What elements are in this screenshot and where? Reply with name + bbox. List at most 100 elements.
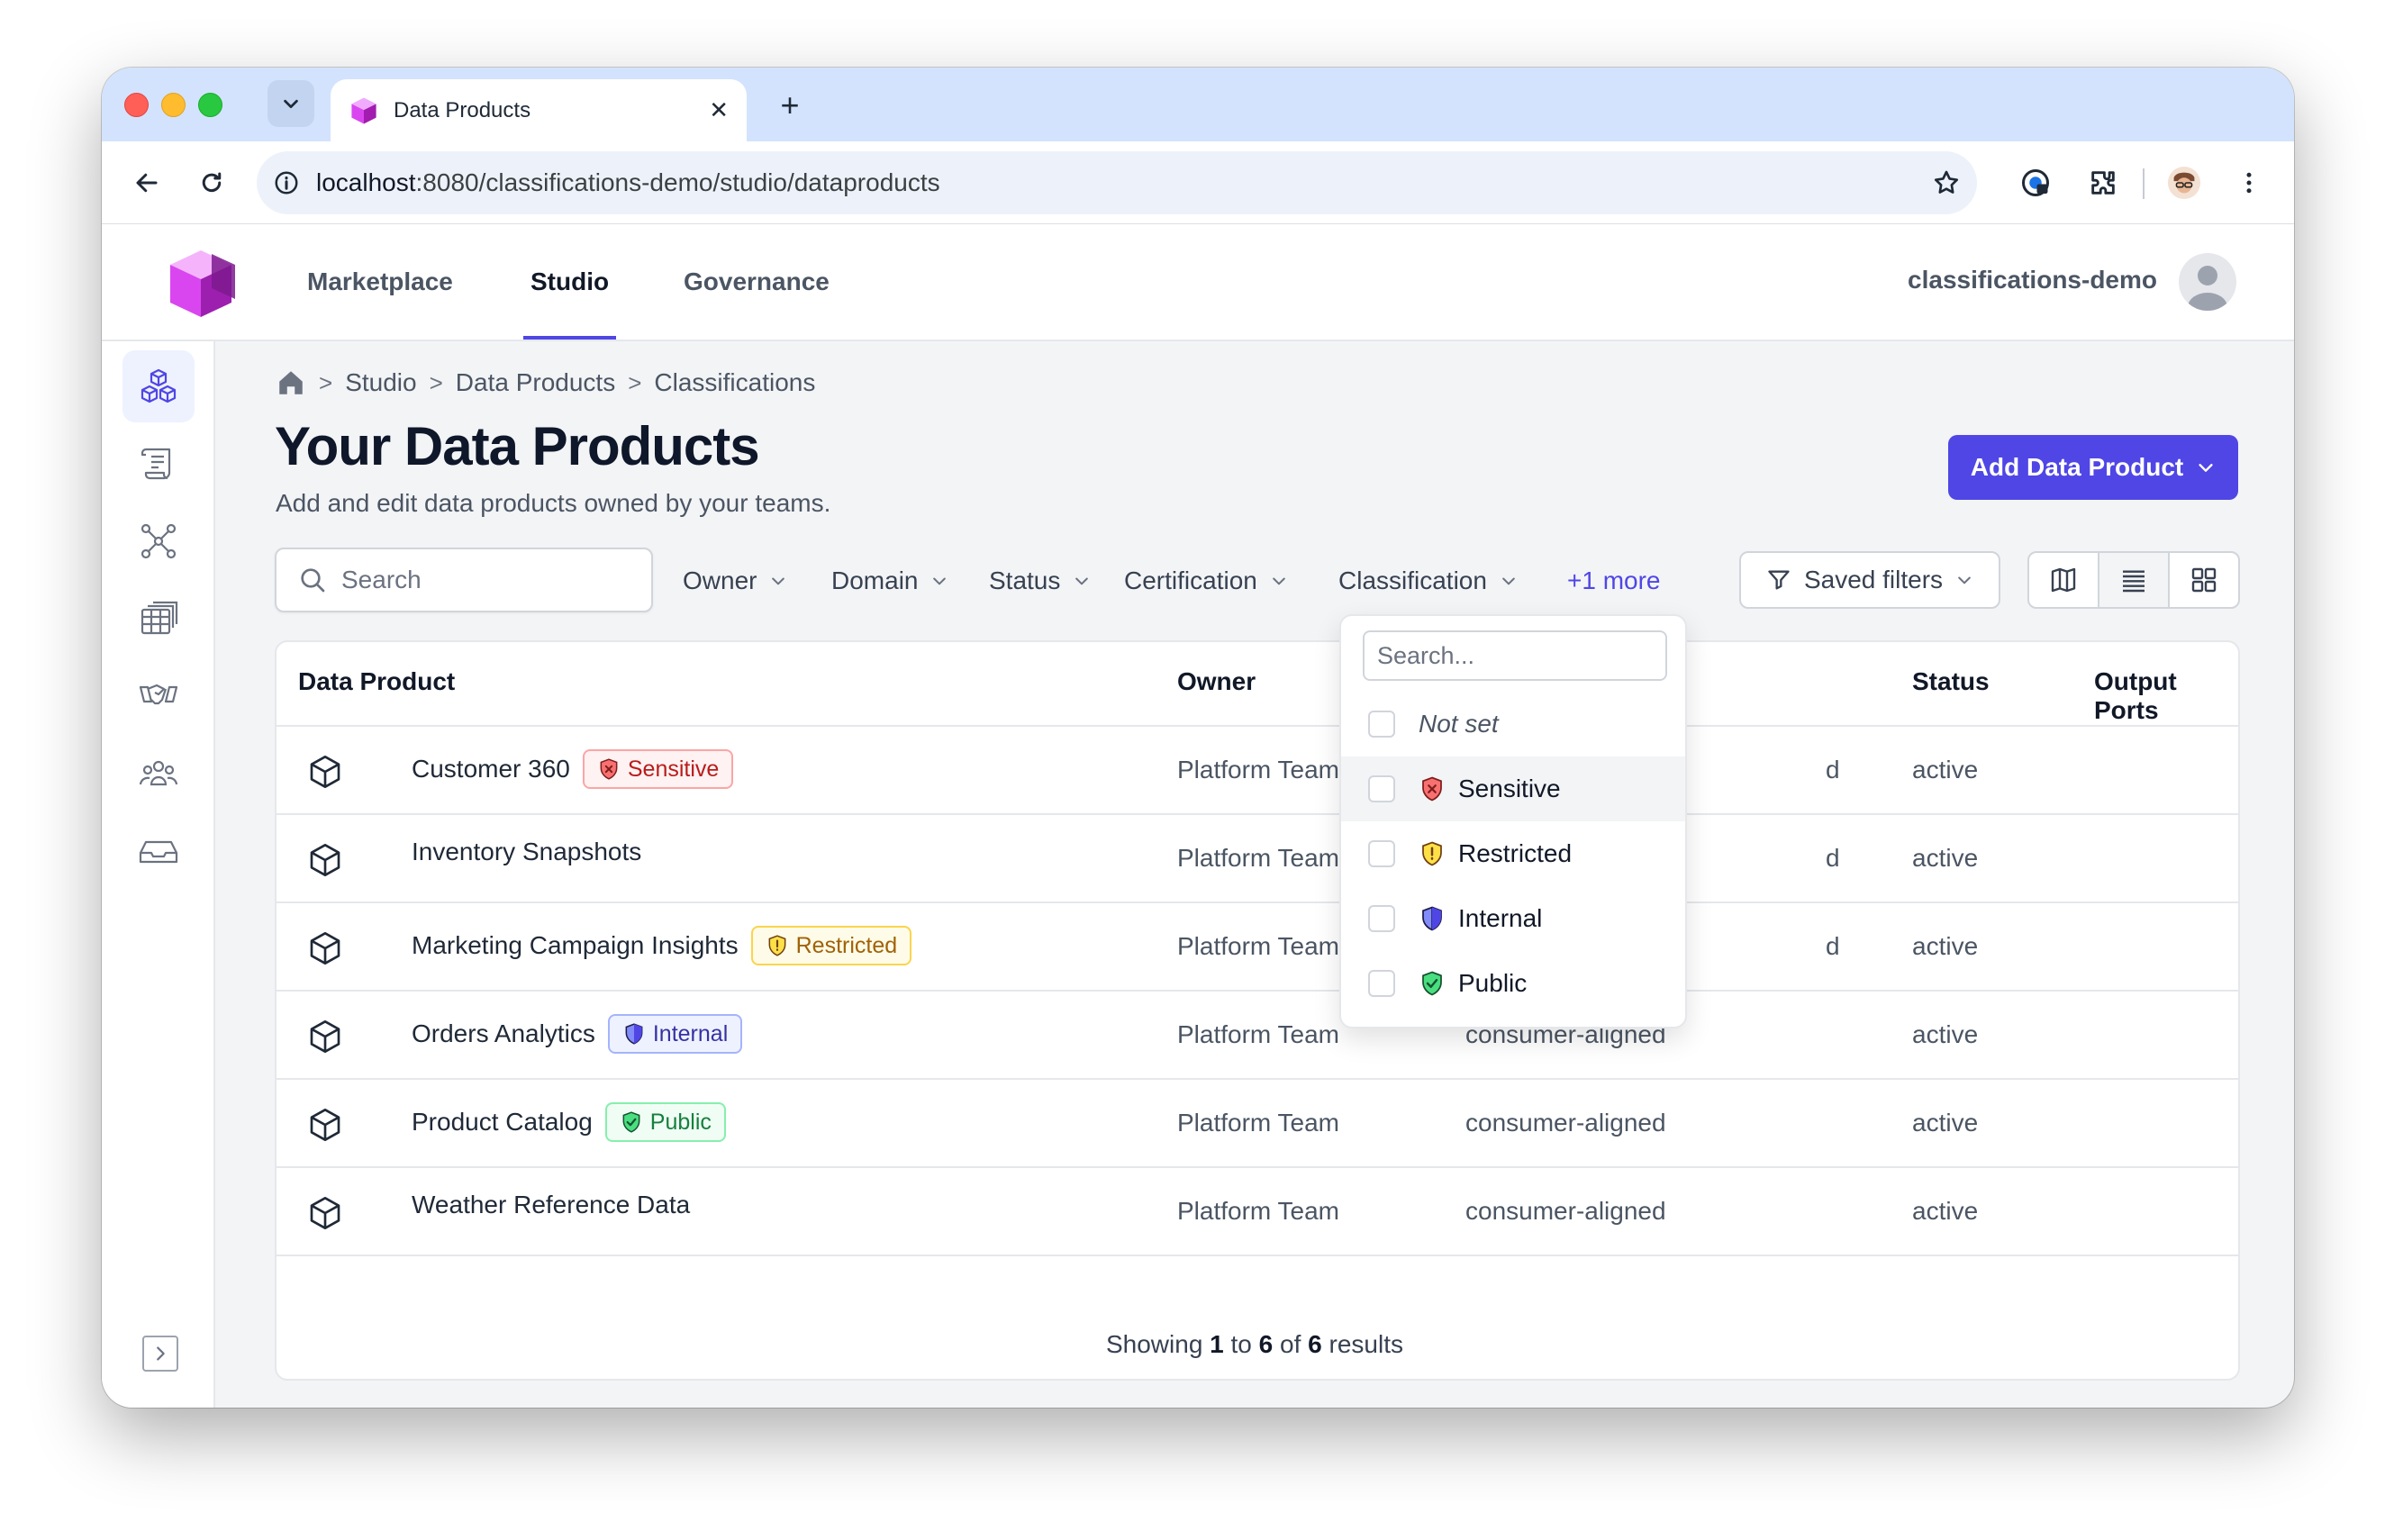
- sidebar-item-data-products[interactable]: [122, 350, 195, 422]
- app-logo-icon[interactable]: [165, 247, 237, 321]
- option-internal[interactable]: Internal: [1341, 886, 1685, 951]
- domain-cell: d: [1826, 932, 1840, 960]
- nav-studio[interactable]: Studio: [522, 224, 617, 340]
- chevron-down-icon: [284, 99, 298, 109]
- more-filters-link[interactable]: +1 more: [1567, 563, 1661, 599]
- table-row[interactable]: Orders Analytics Internal Platform Team con…: [277, 992, 2238, 1080]
- table-row[interactable]: Customer 360 Sensitive Platform Team d activ…: [277, 727, 2238, 815]
- sidebar-item-agreements[interactable]: [122, 660, 195, 732]
- option-checkbox[interactable]: [1368, 711, 1395, 738]
- status-cell: active: [1912, 1020, 1979, 1048]
- option-label: Internal: [1458, 904, 1543, 932]
- dropdown-search-input[interactable]: Search...: [1363, 630, 1667, 681]
- cube-icon: [310, 1020, 340, 1053]
- page-subtitle: Add and edit data products owned by your…: [276, 489, 831, 517]
- option-checkbox[interactable]: [1368, 840, 1395, 867]
- graph-nodes-icon: [141, 523, 177, 559]
- table-row[interactable]: Inventory Snapshots Platform Team d active: [277, 815, 2238, 903]
- sidebar-item-inbox[interactable]: [122, 815, 195, 887]
- domain-cell: d: [1826, 844, 1840, 872]
- product-name[interactable]: Orders Analytics: [412, 1019, 595, 1048]
- status-cell: active: [1912, 1109, 1979, 1137]
- back-button[interactable]: [127, 163, 167, 203]
- cube-icon: [310, 844, 340, 876]
- table-row[interactable]: Marketing Campaign Insights Restricted Pla…: [277, 903, 2238, 992]
- product-name[interactable]: Marketing Campaign Insights: [412, 931, 739, 960]
- option-not-set[interactable]: Not set: [1341, 692, 1685, 756]
- column-output-ports[interactable]: Output Ports: [2094, 667, 2238, 725]
- breadcrumb-classifications[interactable]: Classifications: [654, 368, 815, 397]
- user-icon: [2188, 266, 2227, 311]
- map-view-button[interactable]: [2029, 553, 2099, 607]
- option-sensitive[interactable]: Sensitive: [1341, 756, 1685, 821]
- browser-window: Data Products ✕ + localhost:8080/classif…: [102, 68, 2294, 1408]
- user-avatar[interactable]: [2179, 253, 2236, 311]
- filter-certification[interactable]: Certification: [1124, 563, 1288, 599]
- close-tab-icon[interactable]: ✕: [709, 96, 729, 124]
- saved-filters-button[interactable]: Saved filters: [1739, 551, 2000, 609]
- list-view-button[interactable]: [2099, 553, 2170, 607]
- option-label: Not set: [1419, 710, 1499, 738]
- product-name[interactable]: Weather Reference Data: [412, 1191, 690, 1219]
- filter-status[interactable]: Status: [989, 563, 1091, 599]
- breadcrumb-separator-icon: >: [429, 368, 443, 396]
- sidebar-item-teams[interactable]: [122, 738, 195, 810]
- option-label: Sensitive: [1458, 775, 1561, 802]
- sidebar: [102, 341, 215, 1408]
- toolbar-divider: [2143, 168, 2145, 199]
- filter-domain[interactable]: Domain: [831, 563, 948, 599]
- password-manager-icon[interactable]: [2016, 163, 2055, 203]
- new-tab-button[interactable]: +: [770, 86, 810, 125]
- column-status[interactable]: Status: [1912, 667, 1990, 696]
- table-stack-icon: [141, 601, 178, 635]
- classification-badge: Internal: [607, 1014, 743, 1054]
- column-owner[interactable]: Owner: [1177, 667, 1256, 696]
- option-public[interactable]: Public: [1341, 951, 1685, 1016]
- site-info-icon[interactable]: [273, 169, 300, 196]
- chevron-down-icon: [1075, 577, 1089, 585]
- url-text: localhost:8080/classifications-demo/stud…: [316, 168, 940, 196]
- maximize-window-button[interactable]: [198, 93, 222, 117]
- address-bar[interactable]: localhost:8080/classifications-demo/stud…: [257, 151, 1977, 214]
- product-name[interactable]: Inventory Snapshots: [412, 838, 641, 866]
- nav-marketplace[interactable]: Marketplace: [307, 224, 453, 340]
- table-row[interactable]: Product Catalog Public Platform Team consum…: [277, 1080, 2238, 1168]
- extensions-icon[interactable]: [2083, 163, 2123, 203]
- sidebar-item-contracts[interactable]: [122, 428, 195, 500]
- sidebar-item-lineage[interactable]: [122, 505, 195, 577]
- breadcrumb-data-products[interactable]: Data Products: [456, 368, 615, 397]
- minimize-window-button[interactable]: [161, 93, 186, 117]
- reload-icon: [202, 172, 222, 193]
- grid-view-button[interactable]: [2170, 553, 2238, 607]
- option-checkbox[interactable]: [1368, 775, 1395, 802]
- tab-search-button[interactable]: [268, 80, 314, 127]
- option-checkbox[interactable]: [1368, 970, 1395, 997]
- product-name[interactable]: Product Catalog: [412, 1108, 593, 1137]
- breadcrumb-studio[interactable]: Studio: [345, 368, 416, 397]
- close-window-button[interactable]: [124, 93, 149, 117]
- browser-tab[interactable]: Data Products ✕: [331, 79, 747, 141]
- app-favicon-icon: [351, 97, 376, 123]
- product-name[interactable]: Customer 360: [412, 755, 570, 784]
- bookmark-star-icon[interactable]: [1932, 168, 1961, 197]
- filter-owner[interactable]: Owner: [683, 563, 787, 599]
- search-input[interactable]: Search: [275, 548, 653, 612]
- chevron-down-icon: [933, 577, 947, 585]
- filter-certification-label: Certification: [1124, 566, 1257, 594]
- add-data-product-button[interactable]: Add Data Product: [1948, 435, 2238, 500]
- sidebar-item-datasets[interactable]: [122, 583, 195, 655]
- option-checkbox[interactable]: [1368, 905, 1395, 932]
- filter-classification[interactable]: Classification: [1338, 563, 1518, 599]
- handshake-icon: [139, 684, 178, 705]
- cube-icon: [310, 1109, 340, 1141]
- reload-button[interactable]: [192, 163, 231, 203]
- column-data-product[interactable]: Data Product: [298, 667, 455, 696]
- nav-governance[interactable]: Governance: [684, 224, 830, 340]
- option-restricted[interactable]: Restricted: [1341, 821, 1685, 886]
- home-icon[interactable]: [276, 367, 306, 398]
- table-row[interactable]: Weather Reference Data Platform Team consu…: [277, 1168, 2238, 1256]
- badge-label: Restricted: [795, 932, 898, 958]
- profile-avatar[interactable]: [2164, 163, 2204, 203]
- browser-menu-icon[interactable]: [2229, 163, 2269, 203]
- tenant-name[interactable]: classifications-demo: [1908, 266, 2157, 294]
